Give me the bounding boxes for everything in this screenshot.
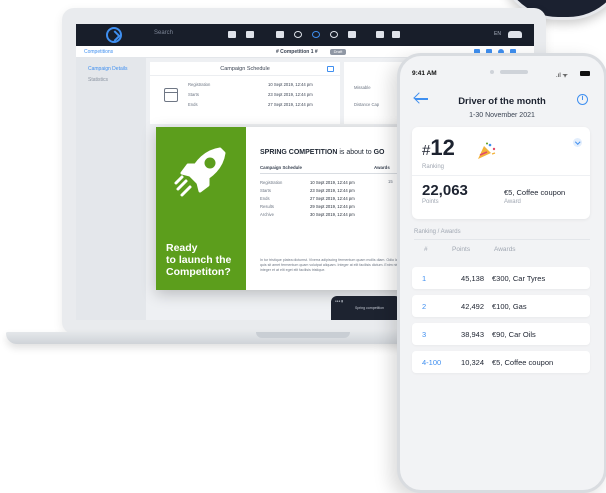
user-menu-icon[interactable]	[508, 31, 522, 38]
schedule-value: 27 Sept 2019, 12:44 pm	[310, 196, 355, 201]
schedule-value: 29 Sept 2019, 12:44 pm	[310, 204, 355, 209]
launch-prompt-text: Ready to launch the Competiton?	[166, 242, 232, 278]
schedule-label: Ends	[188, 102, 198, 107]
divider	[414, 239, 590, 240]
preview-label: Spring competition	[355, 306, 384, 310]
row-award: €5, Coffee coupon	[492, 358, 554, 367]
row-points: 42,492	[461, 302, 484, 311]
copy-icon[interactable]	[376, 31, 384, 38]
modal-title: SPRING COMPETITION is about to GO	[260, 149, 385, 156]
date-range: 1-30 November 2021	[469, 112, 535, 119]
schedule-label: Archive	[260, 212, 274, 217]
award-label: Award	[504, 199, 521, 205]
schedule-label: Registration	[260, 180, 283, 185]
schedule-label: Starts	[188, 92, 199, 97]
card-title: Campaign Schedule	[150, 62, 340, 76]
launch-competition-modal: Ready to launch the Competiton? SPRING C…	[156, 127, 418, 290]
signal-wifi-icon: .ıl ᯤ	[556, 73, 568, 79]
block-icon[interactable]	[312, 31, 320, 38]
modal-hero-panel: Ready to launch the Competiton?	[156, 127, 246, 290]
chevron-down-icon[interactable]	[573, 138, 582, 147]
rank-label: Ranking	[422, 164, 445, 170]
leaderboard-row[interactable]: 4-100 10,324 €5, Coffee coupon	[412, 351, 590, 373]
column-header: Campaign Schedule	[260, 165, 302, 170]
schedule-value: 10 Sept 2019, 12:44 pm	[268, 82, 313, 87]
row-rank: 2	[422, 302, 427, 311]
row-points: 38,943	[461, 330, 484, 339]
row-points: 45,138	[461, 274, 484, 283]
row-points: 10,324	[461, 358, 484, 367]
info-icon[interactable]: i	[577, 94, 588, 105]
mobile-phone: 9:41 AM .ıl ᯤ Driver of the month 1-30 N…	[397, 53, 606, 493]
section-title: Ranking / Awards	[414, 229, 461, 235]
sidebar: Campaign Details Statistics	[76, 58, 146, 320]
leaderboard-row[interactable]: 1 45,138 €300, Car Tyres	[412, 267, 590, 289]
schedule-value: 23 Sept 2019, 12:44 pm	[268, 92, 313, 97]
divider	[412, 175, 590, 176]
search-input[interactable]: Search	[154, 30, 173, 36]
my-ranking-card[interactable]: #12 Ranking 22,063 Points €5, Coffee cou…	[412, 127, 590, 219]
screen-title: Driver of the month	[458, 96, 546, 107]
status-bar: ●●● ▮	[335, 299, 343, 303]
my-points: 22,063	[422, 182, 468, 199]
row-award: €100, Gas	[492, 302, 527, 311]
language-selector[interactable]: EN	[494, 31, 501, 37]
schedule-value: 10 Sept 2019, 12:44 pm	[310, 180, 355, 185]
campaign-schedule-card: Campaign Schedule Registration 10 Sept 2…	[150, 62, 340, 124]
row-award: €300, Car Tyres	[492, 274, 546, 283]
column-header-awards: Awards	[494, 246, 516, 253]
awards-value: 15	[388, 179, 393, 184]
party-popper-icon	[478, 142, 496, 159]
rocket-icon	[174, 147, 226, 197]
speaker-bar	[500, 70, 528, 74]
schedule-value: 30 Sept 2019, 12:44 pm	[310, 212, 355, 217]
mail-icon[interactable]	[276, 31, 284, 38]
sidebar-item-campaign-details[interactable]: Campaign Details	[88, 66, 127, 72]
status-icons: .ıl ᯤ	[556, 70, 590, 79]
target-icon[interactable]	[294, 31, 302, 38]
page-title: # Competition 1 #	[276, 49, 318, 55]
leaderboard-row[interactable]: 3 38,943 €90, Car Oils	[412, 323, 590, 345]
modal-table-header: Campaign Schedule Awards	[260, 164, 410, 174]
trophy-icon[interactable]	[348, 31, 356, 38]
laptop-notch	[256, 332, 350, 338]
setting-label: Missable	[354, 85, 371, 90]
schedule-label: Starts	[260, 188, 271, 193]
points-label: Points	[422, 199, 439, 205]
logo-icon[interactable]	[106, 27, 122, 43]
settings-icon[interactable]	[330, 31, 338, 38]
schedule-label: Registration	[188, 82, 211, 87]
row-rank: 3	[422, 330, 427, 339]
battery-icon	[580, 71, 590, 76]
row-rank: 4-100	[422, 358, 442, 367]
calendar-icon	[164, 88, 178, 102]
phone-notch	[470, 66, 540, 76]
row-award: €90, Car Oils	[492, 330, 536, 339]
edit-icon[interactable]	[327, 66, 334, 72]
mobile-preview-thumbnail: ●●● ▮ Spring competition	[331, 296, 401, 320]
column-header: Awards	[374, 165, 390, 170]
back-to-competitions-link[interactable]: Competitions	[84, 49, 113, 55]
my-rank: #12	[422, 135, 455, 160]
schedule-value: 23 Sept 2019, 12:44 pm	[310, 188, 355, 193]
status-badge: Draft	[330, 49, 346, 55]
sidebar-item-statistics[interactable]: Statistics	[88, 77, 108, 83]
schedule-label: Results	[260, 204, 274, 209]
my-award: €5, Coffee coupon	[504, 188, 566, 197]
schedule-label: Ends	[260, 196, 270, 201]
users-icon[interactable]	[392, 31, 400, 38]
column-header-points: Points	[452, 246, 471, 253]
status-time: 9:41 AM	[412, 70, 437, 77]
camera-dot	[490, 70, 494, 74]
chart-icon[interactable]	[246, 31, 254, 38]
schedule-value: 27 Sept 2019, 12:44 pm	[268, 102, 313, 107]
column-header-rank: #	[424, 246, 428, 253]
dashboard-icon[interactable]	[228, 31, 236, 38]
modal-description: In tur tristique platea dictumst. Viverr…	[260, 258, 405, 272]
row-rank: 1	[422, 274, 427, 283]
leaderboard-row[interactable]: 2 42,492 €100, Gas	[412, 295, 590, 317]
setting-label: Distance Cap	[354, 102, 380, 107]
app-top-bar: Search EN	[76, 24, 534, 46]
